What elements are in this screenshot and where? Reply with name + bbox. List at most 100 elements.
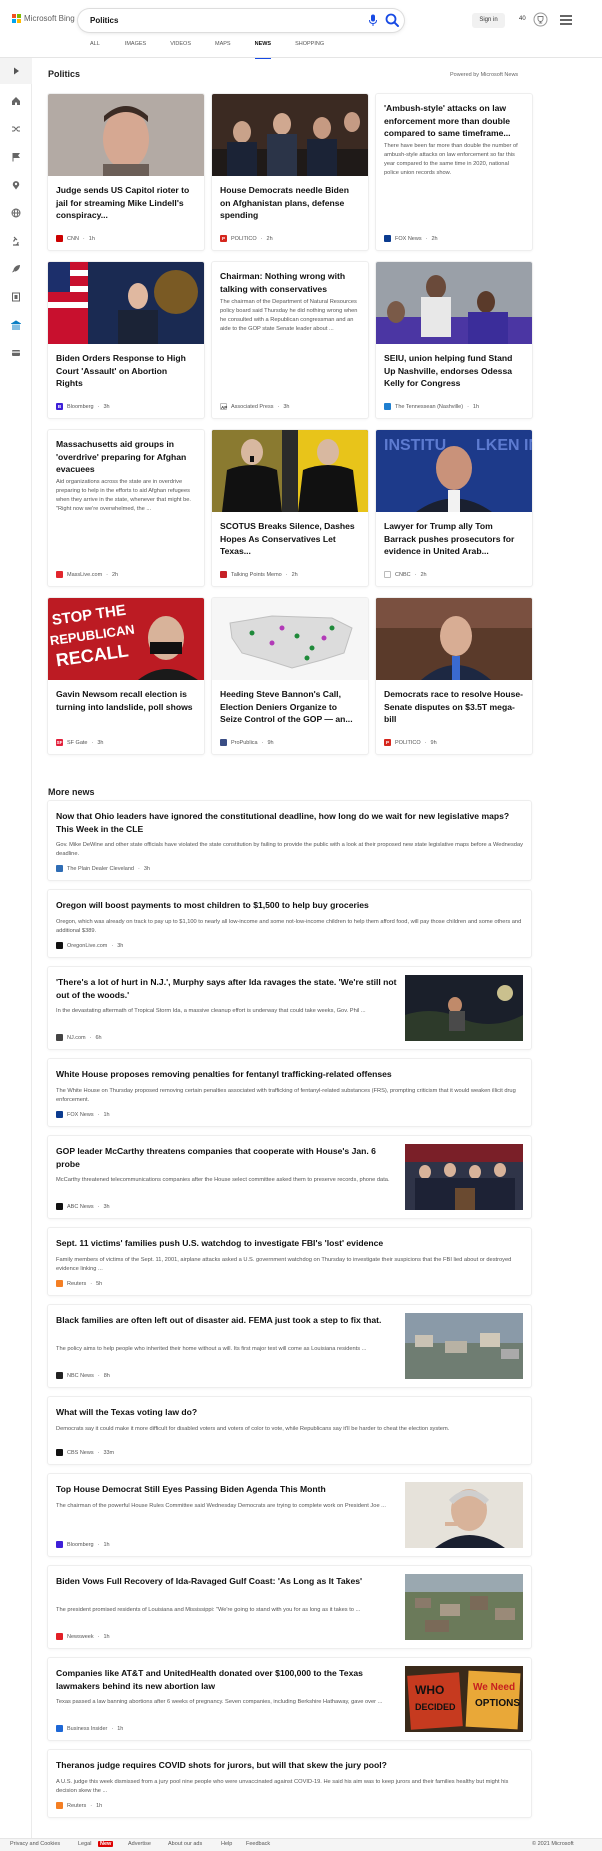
news-card[interactable]: 'Ambush-style' attacks on law enforcemen… — [376, 94, 532, 250]
news-card-title[interactable]: SEIU, union helping fund Stand Up Nashvi… — [384, 352, 524, 390]
menu-icon[interactable] — [560, 15, 572, 25]
microphone-icon[interactable] — [368, 14, 378, 27]
news-list-item[interactable]: Black families are often left out of dis… — [48, 1305, 531, 1387]
news-card[interactable]: Democrats race to resolve House-Senate d… — [376, 598, 532, 754]
news-list-item[interactable]: Oregon will boost payments to most child… — [48, 890, 531, 957]
bank-icon[interactable] — [9, 318, 23, 332]
footer-link-about-ads[interactable]: About our ads — [168, 1841, 202, 1847]
news-card-image[interactable] — [212, 598, 368, 680]
news-card[interactable]: Heeding Steve Bannon's Call, Election De… — [212, 598, 368, 754]
news-item-title[interactable]: Theranos judge requires COVID shots for … — [56, 1759, 523, 1772]
news-item-source[interactable]: NBC News · 8h — [56, 1372, 110, 1379]
news-list-item[interactable]: Biden Vows Full Recovery of Ida-Ravaged … — [48, 1566, 531, 1648]
news-card[interactable]: House Democrats needle Biden on Afghanis… — [212, 94, 368, 250]
news-card-source[interactable]: P POLITICO · 9h — [384, 739, 437, 746]
news-card-source[interactable]: CNN · 1h — [56, 235, 95, 242]
news-item-thumbnail[interactable] — [405, 1574, 523, 1640]
home-icon[interactable] — [9, 94, 23, 108]
rocket-icon[interactable] — [9, 262, 23, 276]
news-list-item[interactable]: Theranos judge requires COVID shots for … — [48, 1750, 531, 1817]
news-card-title[interactable]: Chairman: Nothing wrong with talking wit… — [220, 270, 360, 295]
news-card-title[interactable]: Gavin Newsom recall election is turning … — [56, 688, 196, 713]
news-item-source[interactable]: Reuters · 5h — [56, 1280, 102, 1287]
news-item-source[interactable]: The Plain Dealer Cleveland · 3h — [56, 865, 150, 872]
expand-rail-button[interactable] — [0, 58, 32, 84]
news-card-title[interactable]: SCOTUS Breaks Silence, Dashes Hopes As C… — [220, 520, 360, 558]
microscope-icon[interactable] — [9, 234, 23, 248]
shuffle-icon[interactable] — [9, 122, 23, 136]
news-card-image[interactable] — [212, 94, 368, 176]
news-card[interactable]: STOP THE REPUBLICAN RECALL Gavin Newsom rec… — [48, 598, 204, 754]
news-card[interactable]: SCOTUS Breaks Silence, Dashes Hopes As C… — [212, 430, 368, 586]
globe-icon[interactable] — [9, 206, 23, 220]
news-card-source[interactable]: ProPublica · 9h — [220, 739, 274, 746]
news-item-source[interactable]: ABC News · 3h — [56, 1203, 110, 1210]
powered-by-label[interactable]: Powered by Microsoft News — [450, 72, 518, 78]
news-card-image[interactable] — [48, 94, 204, 176]
news-item-source[interactable]: Bloomberg · 1h — [56, 1541, 110, 1548]
news-item-source[interactable]: Business Insider · 1h — [56, 1725, 123, 1732]
news-card-image[interactable] — [212, 430, 368, 512]
news-card[interactable]: SEIU, union helping fund Stand Up Nashvi… — [376, 262, 532, 418]
news-card[interactable]: Chairman: Nothing wrong with talking wit… — [212, 262, 368, 418]
news-item-thumbnail[interactable] — [405, 975, 523, 1041]
rewards-trophy-icon[interactable] — [533, 12, 548, 27]
news-card-title[interactable]: Democrats race to resolve House-Senate d… — [384, 688, 524, 726]
news-item-source[interactable]: OregonLive.com · 3h — [56, 942, 123, 949]
news-item-title[interactable]: Biden Vows Full Recovery of Ida-Ravaged … — [56, 1575, 401, 1588]
search-input[interactable] — [90, 14, 290, 26]
news-card-source[interactable]: The Tennessean (Nashville) · 1h — [384, 403, 479, 410]
news-list-item[interactable]: 'There's a lot of hurt in N.J.', Murphy … — [48, 967, 531, 1049]
sign-in-button[interactable]: Sign in — [472, 13, 505, 28]
news-item-thumbnail[interactable] — [405, 1313, 523, 1379]
news-card-title[interactable]: Lawyer for Trump ally Tom Barrack pushes… — [384, 520, 524, 558]
tab-videos[interactable]: VIDEOS — [170, 40, 191, 58]
news-item-source[interactable]: CBS News · 33m — [56, 1449, 114, 1456]
news-card[interactable]: INSTITU LKEN IN Lawyer for Trump ally Tom … — [376, 430, 532, 586]
news-card-image[interactable] — [376, 598, 532, 680]
news-list-item[interactable]: Now that Ohio leaders have ignored the c… — [48, 801, 531, 880]
card-icon[interactable] — [9, 346, 23, 360]
news-item-title[interactable]: Sept. 11 victims' families push U.S. wat… — [56, 1237, 523, 1250]
tab-news[interactable]: NEWS — [254, 40, 271, 59]
news-item-title[interactable]: White House proposes removing penalties … — [56, 1068, 523, 1081]
news-item-title[interactable]: Black families are often left out of dis… — [56, 1314, 401, 1327]
search-icon[interactable] — [384, 12, 401, 29]
news-card-source[interactable]: MassLive.com · 2h — [56, 571, 118, 578]
news-list-item[interactable]: Sept. 11 victims' families push U.S. wat… — [48, 1228, 531, 1295]
news-card-source[interactable]: AP Associated Press · 3h — [220, 403, 289, 410]
news-list-item[interactable]: Top House Democrat Still Eyes Passing Bi… — [48, 1474, 531, 1556]
tab-maps[interactable]: MAPS — [215, 40, 231, 58]
news-item-title[interactable]: Top House Democrat Still Eyes Passing Bi… — [56, 1483, 401, 1496]
news-card-source[interactable]: B Bloomberg · 3h — [56, 403, 110, 410]
news-card-title[interactable]: House Democrats needle Biden on Afghanis… — [220, 184, 360, 222]
news-card-title[interactable]: Massachusetts aid groups in 'overdrive' … — [56, 438, 196, 476]
news-card-image[interactable]: STOP THEREPUBLICANRECALL — [48, 598, 204, 680]
news-card-image[interactable]: INSTITU LKEN IN — [376, 430, 532, 512]
flag-icon[interactable] — [9, 150, 23, 164]
news-list-item[interactable]: White House proposes removing penalties … — [48, 1059, 531, 1126]
news-card-image[interactable] — [48, 262, 204, 344]
footer-link-privacy[interactable]: Privacy and Cookies — [10, 1841, 60, 1847]
news-card-title[interactable]: Heeding Steve Bannon's Call, Election De… — [220, 688, 360, 726]
news-item-source[interactable]: NJ.com · 6h — [56, 1034, 102, 1041]
location-pin-icon[interactable] — [9, 178, 23, 192]
news-card-source[interactable]: FOX News · 2h — [384, 235, 438, 242]
news-card[interactable]: Biden Orders Response to High Court 'Ass… — [48, 262, 204, 418]
news-list-item[interactable]: GOP leader McCarthy threatens companies … — [48, 1136, 531, 1218]
news-card-image[interactable] — [376, 262, 532, 344]
news-item-thumbnail[interactable] — [405, 1482, 523, 1548]
news-card-source[interactable]: P POLITICO · 2h — [220, 235, 273, 242]
news-item-title[interactable]: 'There's a lot of hurt in N.J.', Murphy … — [56, 976, 401, 1001]
news-card[interactable]: Massachusetts aid groups in 'overdrive' … — [48, 430, 204, 586]
news-item-title[interactable]: Companies like AT&T and UnitedHealth don… — [56, 1667, 401, 1692]
tab-shopping[interactable]: SHOPPING — [295, 40, 324, 58]
news-item-source[interactable]: FOX News · 1h — [56, 1111, 110, 1118]
footer-link-help[interactable]: Help — [221, 1841, 232, 1847]
news-item-thumbnail[interactable] — [405, 1144, 523, 1210]
footer-link-advertise[interactable]: Advertise — [128, 1841, 151, 1847]
news-item-source[interactable]: Reuters · 1h — [56, 1802, 102, 1809]
news-card[interactable]: Judge sends US Capitol rioter to jail fo… — [48, 94, 204, 250]
news-item-thumbnail[interactable]: WHO DECIDED We Need OPTIONS — [405, 1666, 523, 1732]
search-box[interactable] — [78, 9, 404, 32]
